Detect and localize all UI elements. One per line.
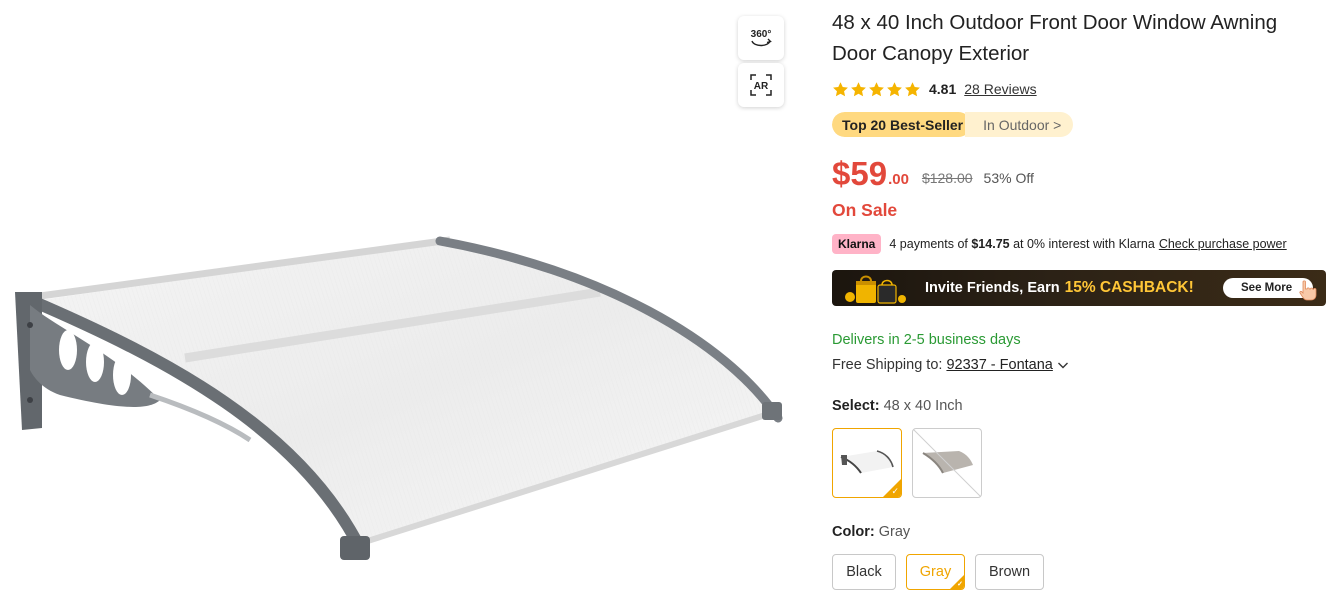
color-selected-value: Gray — [878, 524, 911, 540]
shipping-location-link[interactable]: 92337 - Fontana — [946, 357, 1052, 373]
price-main: 59 — [850, 155, 888, 192]
color-label: Color: — [832, 524, 875, 540]
rating-row: 4.81 28 Reviews — [832, 78, 1037, 100]
original-price: $128.00 — [921, 170, 973, 186]
rotate-360-icon: 360° — [751, 29, 772, 47]
color-option-gray[interactable]: Gray ✓ — [906, 554, 965, 590]
klarna-text-before: 4 payments of — [889, 237, 968, 251]
color-option-brown[interactable]: Brown — [975, 554, 1044, 590]
star-icon — [887, 81, 902, 96]
view-ar-label: AR — [754, 81, 769, 92]
color-select-label: Color: Gray — [832, 524, 910, 540]
check-icon: ✓ — [891, 486, 899, 496]
price-cents: .00 — [888, 171, 909, 188]
rating-value: 4.81 — [929, 81, 957, 97]
bestseller-rank: Top 20 Best-Seller — [832, 112, 972, 137]
size-label: Select: — [832, 398, 880, 414]
banner-message: Invite Friends, Earn — [925, 280, 1060, 296]
check-icon: ✓ — [957, 581, 963, 588]
star-icon — [869, 81, 884, 96]
size-option-unavailable[interactable] — [912, 428, 982, 498]
price-row: $ 59 .00 $128.00 53% Off — [832, 152, 1034, 192]
reviews-link[interactable]: 28 Reviews — [964, 81, 1036, 97]
product-title: 48 x 40 Inch Outdoor Front Door Window A… — [832, 11, 1278, 65]
price-currency: $ — [832, 155, 851, 192]
star-icon — [851, 81, 866, 96]
pointing-hand-icon — [1299, 280, 1317, 301]
chevron-down-icon[interactable] — [1057, 359, 1069, 371]
view-360-label: 360° — [751, 29, 772, 40]
klarna-text-after: at 0% interest with Klarna — [1013, 237, 1155, 251]
star-icon — [833, 81, 848, 96]
awning-thumbnail-icon — [913, 429, 981, 497]
star-rating — [832, 81, 921, 98]
view-360-button[interactable]: 360° — [738, 16, 784, 60]
size-select-label: Select: 48 x 40 Inch — [832, 398, 963, 414]
shipping-label: Free Shipping to: — [832, 357, 943, 373]
door-awning-product-image[interactable] — [0, 220, 800, 580]
color-option-gray-label: Gray — [919, 564, 952, 580]
klarna-amount: $14.75 — [971, 237, 1010, 251]
bestseller-category-link[interactable]: In Outdoor > — [965, 112, 1074, 137]
size-option-selected[interactable]: ✓ — [832, 428, 902, 498]
cashback-banner[interactable]: Invite Friends, Earn 15% CASHBACK! See M… — [832, 270, 1326, 306]
klarna-installments: Klarna 4 payments of $14.75 at 0% intere… — [832, 233, 1287, 255]
shipping-row: Free Shipping to: 92337 - Fontana — [832, 357, 1069, 373]
ar-icon: AR — [750, 74, 772, 96]
gift-bag-icon — [845, 275, 906, 304]
sale-status: On Sale — [832, 200, 898, 220]
klarna-check-link[interactable]: Check purchase power — [1159, 237, 1287, 251]
product-gallery: 360° AR — [0, 0, 800, 606]
klarna-badge: Klarna — [832, 234, 882, 254]
discount-label: 53% Off — [983, 170, 1034, 186]
size-selected-value: 48 x 40 Inch — [883, 398, 963, 414]
view-ar-button[interactable]: AR — [738, 63, 784, 107]
color-option-black[interactable]: Black — [832, 554, 896, 590]
banner-text: Invite Friends, Earn 15% CASHBACK! — [925, 270, 1194, 306]
klarna-text: 4 payments of $14.75 at 0% interest with… — [889, 237, 1154, 251]
star-icon — [905, 81, 920, 96]
bestseller-badge: Top 20 Best-Seller In Outdoor > — [832, 112, 1074, 137]
banner-highlight: 15% CASHBACK! — [1064, 279, 1194, 296]
delivery-estimate: Delivers in 2-5 business days — [832, 332, 1021, 348]
